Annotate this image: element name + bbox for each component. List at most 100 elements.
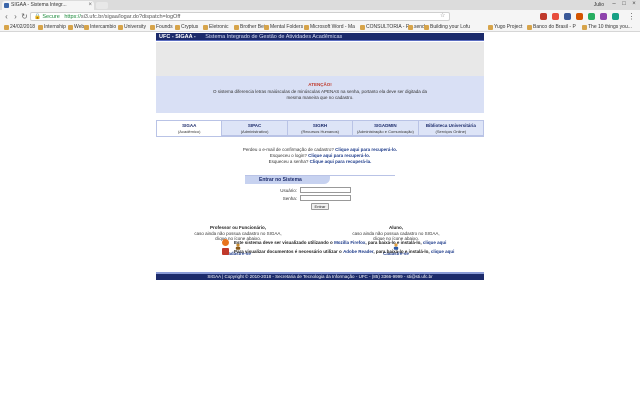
browser-tab[interactable]: SIGAA - Sistema Integr... × <box>2 1 94 10</box>
reader-note-mid: , para baixá-lo e instalá-lo, <box>373 249 430 254</box>
firefox-download-link[interactable]: clique aqui <box>423 240 447 245</box>
bookmark-item[interactable]: Microsoft Word - Ma <box>304 23 355 32</box>
firefox-note: Este sistema deve ser visualizado utiliz… <box>156 238 484 247</box>
back-icon[interactable]: ‹ <box>2 12 11 21</box>
recover-pass-text: Esqueceu a senha? <box>268 159 309 164</box>
system-header: UFC - SIGAA - Sistema Integrado de Gestã… <box>156 33 484 41</box>
tab-desc: (Acadêmico) <box>177 129 201 134</box>
tab-favicon-icon <box>4 3 9 8</box>
url-scheme: https:// <box>64 14 81 20</box>
extension-icon[interactable] <box>588 13 595 20</box>
bookmark-item[interactable]: send <box>408 23 425 32</box>
extension-icon[interactable] <box>612 13 619 20</box>
bookmark-item[interactable]: Founds <box>150 23 173 32</box>
firefox-icon <box>222 239 229 246</box>
system-brand[interactable]: UFC - SIGAA - <box>159 34 196 40</box>
password-row: Senha: <box>245 195 395 202</box>
folder-icon <box>4 25 9 30</box>
bookmark-item[interactable]: Banco do Brasil - P <box>527 23 576 32</box>
folder-icon <box>264 25 269 30</box>
folder-icon <box>582 25 587 30</box>
system-tabs: SIGAA (Acadêmico) SIPAC (Administrativo)… <box>156 120 485 136</box>
firefox-note-mid: , para baixá-lo e instalá-lo, <box>365 240 422 245</box>
minimize-icon[interactable]: – <box>610 1 618 8</box>
bookmark-item[interactable]: CONSULTORIA - R... <box>360 23 414 32</box>
tab-desc: (Administrativo) <box>240 129 269 134</box>
tab-sigrh[interactable]: SIGRH (Recursos Humanos) <box>287 120 354 136</box>
browser-toolbar: ‹ › ↻ 🔒 Secure https://si3.ufc.br/sigaa/… <box>0 10 640 23</box>
bookmark-item[interactable]: Internship <box>38 23 66 32</box>
login-submit-button[interactable]: Entrar <box>311 203 329 210</box>
tab-biblioteca[interactable]: Biblioteca Universitária (Serviços Onlin… <box>418 120 485 136</box>
menu-icon[interactable]: ⋮ <box>627 12 636 21</box>
tab-sigadmin[interactable]: SIGADMIN (Administração e Comunicação) <box>353 120 419 136</box>
alert-text: O sistema diferencia letras maiúsculas d… <box>212 89 428 100</box>
folder-icon <box>203 25 208 30</box>
folder-icon <box>234 25 239 30</box>
folder-icon <box>68 25 73 30</box>
extension-icon[interactable] <box>564 13 571 20</box>
folder-icon <box>527 25 532 30</box>
bookmark-item[interactable]: Eletronic <box>203 23 228 32</box>
bookmark-item[interactable]: Building your Lofu <box>424 23 470 32</box>
bookmark-item[interactable]: 24/02/2018 <box>4 23 35 32</box>
folder-icon <box>118 25 123 30</box>
tab-sigaa[interactable]: SIGAA (Acadêmico) <box>156 120 223 136</box>
bookmarks-bar: 24/02/2018 Internship Web Intercambio Un… <box>0 23 640 32</box>
bookmark-item[interactable]: Mental Folders <box>264 23 303 32</box>
bookmark-item[interactable]: Brother Bei <box>234 23 265 32</box>
folder-icon <box>175 25 180 30</box>
bookmark-star-icon[interactable]: ☆ <box>440 12 445 19</box>
firefox-note-text: Este sistema deve ser visualizado utiliz… <box>234 240 333 245</box>
tab-close-icon[interactable]: × <box>88 1 92 10</box>
alert-title: ATENÇÃO! <box>308 82 332 87</box>
extension-icon[interactable] <box>576 13 583 20</box>
login-form: Entrar no Sistema Usuário: Senha: Entrar <box>245 175 395 213</box>
bookmark-item[interactable]: Web <box>68 23 84 32</box>
forward-icon[interactable]: › <box>11 12 20 21</box>
browser-tabstrip: SIGAA - Sistema Integr... × Julio – □ × <box>0 0 640 10</box>
folder-icon <box>84 25 89 30</box>
system-subtitle: Sistema Integrado de Gestão de Atividade… <box>205 34 343 40</box>
footer-text: SIGAA | Copyright © 2010-2018 - Secretar… <box>207 274 433 279</box>
reader-download-link[interactable]: clique aqui <box>431 249 455 254</box>
bookmark-item[interactable]: Yugo Project <box>488 23 522 32</box>
password-input[interactable] <box>300 195 351 201</box>
address-bar[interactable]: 🔒 Secure https://si3.ufc.br/sigaa/logar.… <box>30 12 450 21</box>
recover-links: Perdeu o e-mail de confirmação de cadast… <box>156 147 484 165</box>
bookmark-item[interactable]: Cryptus <box>175 23 198 32</box>
extension-icon[interactable] <box>600 13 607 20</box>
extension-icon[interactable] <box>552 13 559 20</box>
user-input[interactable] <box>300 187 351 193</box>
window-close-icon[interactable]: × <box>630 1 638 8</box>
maximize-icon[interactable]: □ <box>620 1 628 8</box>
recover-login-link[interactable]: Clique aqui para recuperá-lo. <box>308 153 370 158</box>
recover-email-link[interactable]: Clique aqui para recuperá-lo. <box>335 147 397 152</box>
secure-label: Secure <box>42 14 60 20</box>
bookmark-item[interactable]: The 10 things you... <box>582 23 632 32</box>
tab-desc: (Recursos Humanos) <box>301 129 339 134</box>
bookmark-item[interactable]: Intercambio <box>84 23 116 32</box>
page-footer: SIGAA | Copyright © 2010-2018 - Secretar… <box>156 272 484 280</box>
alert-box: ATENÇÃO! O sistema diferencia letras mai… <box>156 76 484 113</box>
notes: Este sistema deve ser visualizado utiliz… <box>156 238 484 256</box>
reader-name[interactable]: Adobe Reader <box>343 249 373 254</box>
tab-desc: (Administração e Comunicação) <box>356 129 414 134</box>
reload-icon[interactable]: ↻ <box>20 12 29 21</box>
reader-note: Para visualizar documentos é necessário … <box>156 247 484 256</box>
login-title: Entrar no Sistema <box>245 176 330 184</box>
extension-icon[interactable] <box>540 13 547 20</box>
profile-name[interactable]: Julio <box>594 1 604 9</box>
firefox-name[interactable]: Mozilla Firefox <box>334 240 365 245</box>
folder-icon <box>488 25 493 30</box>
folder-icon <box>304 25 309 30</box>
lock-icon: 🔒 <box>34 14 41 20</box>
recover-pass-link[interactable]: Clique aqui para recuperá-la. <box>310 159 372 164</box>
user-row: Usuário: <box>245 187 395 194</box>
new-tab-button[interactable] <box>96 2 108 9</box>
folder-icon <box>150 25 155 30</box>
tab-desc: (Serviços Online) <box>435 129 467 134</box>
tab-sipac[interactable]: SIPAC (Administrativo) <box>222 120 288 136</box>
bookmark-item[interactable]: University <box>118 23 146 32</box>
reader-note-text: Para visualizar documentos é necessário … <box>234 249 342 254</box>
